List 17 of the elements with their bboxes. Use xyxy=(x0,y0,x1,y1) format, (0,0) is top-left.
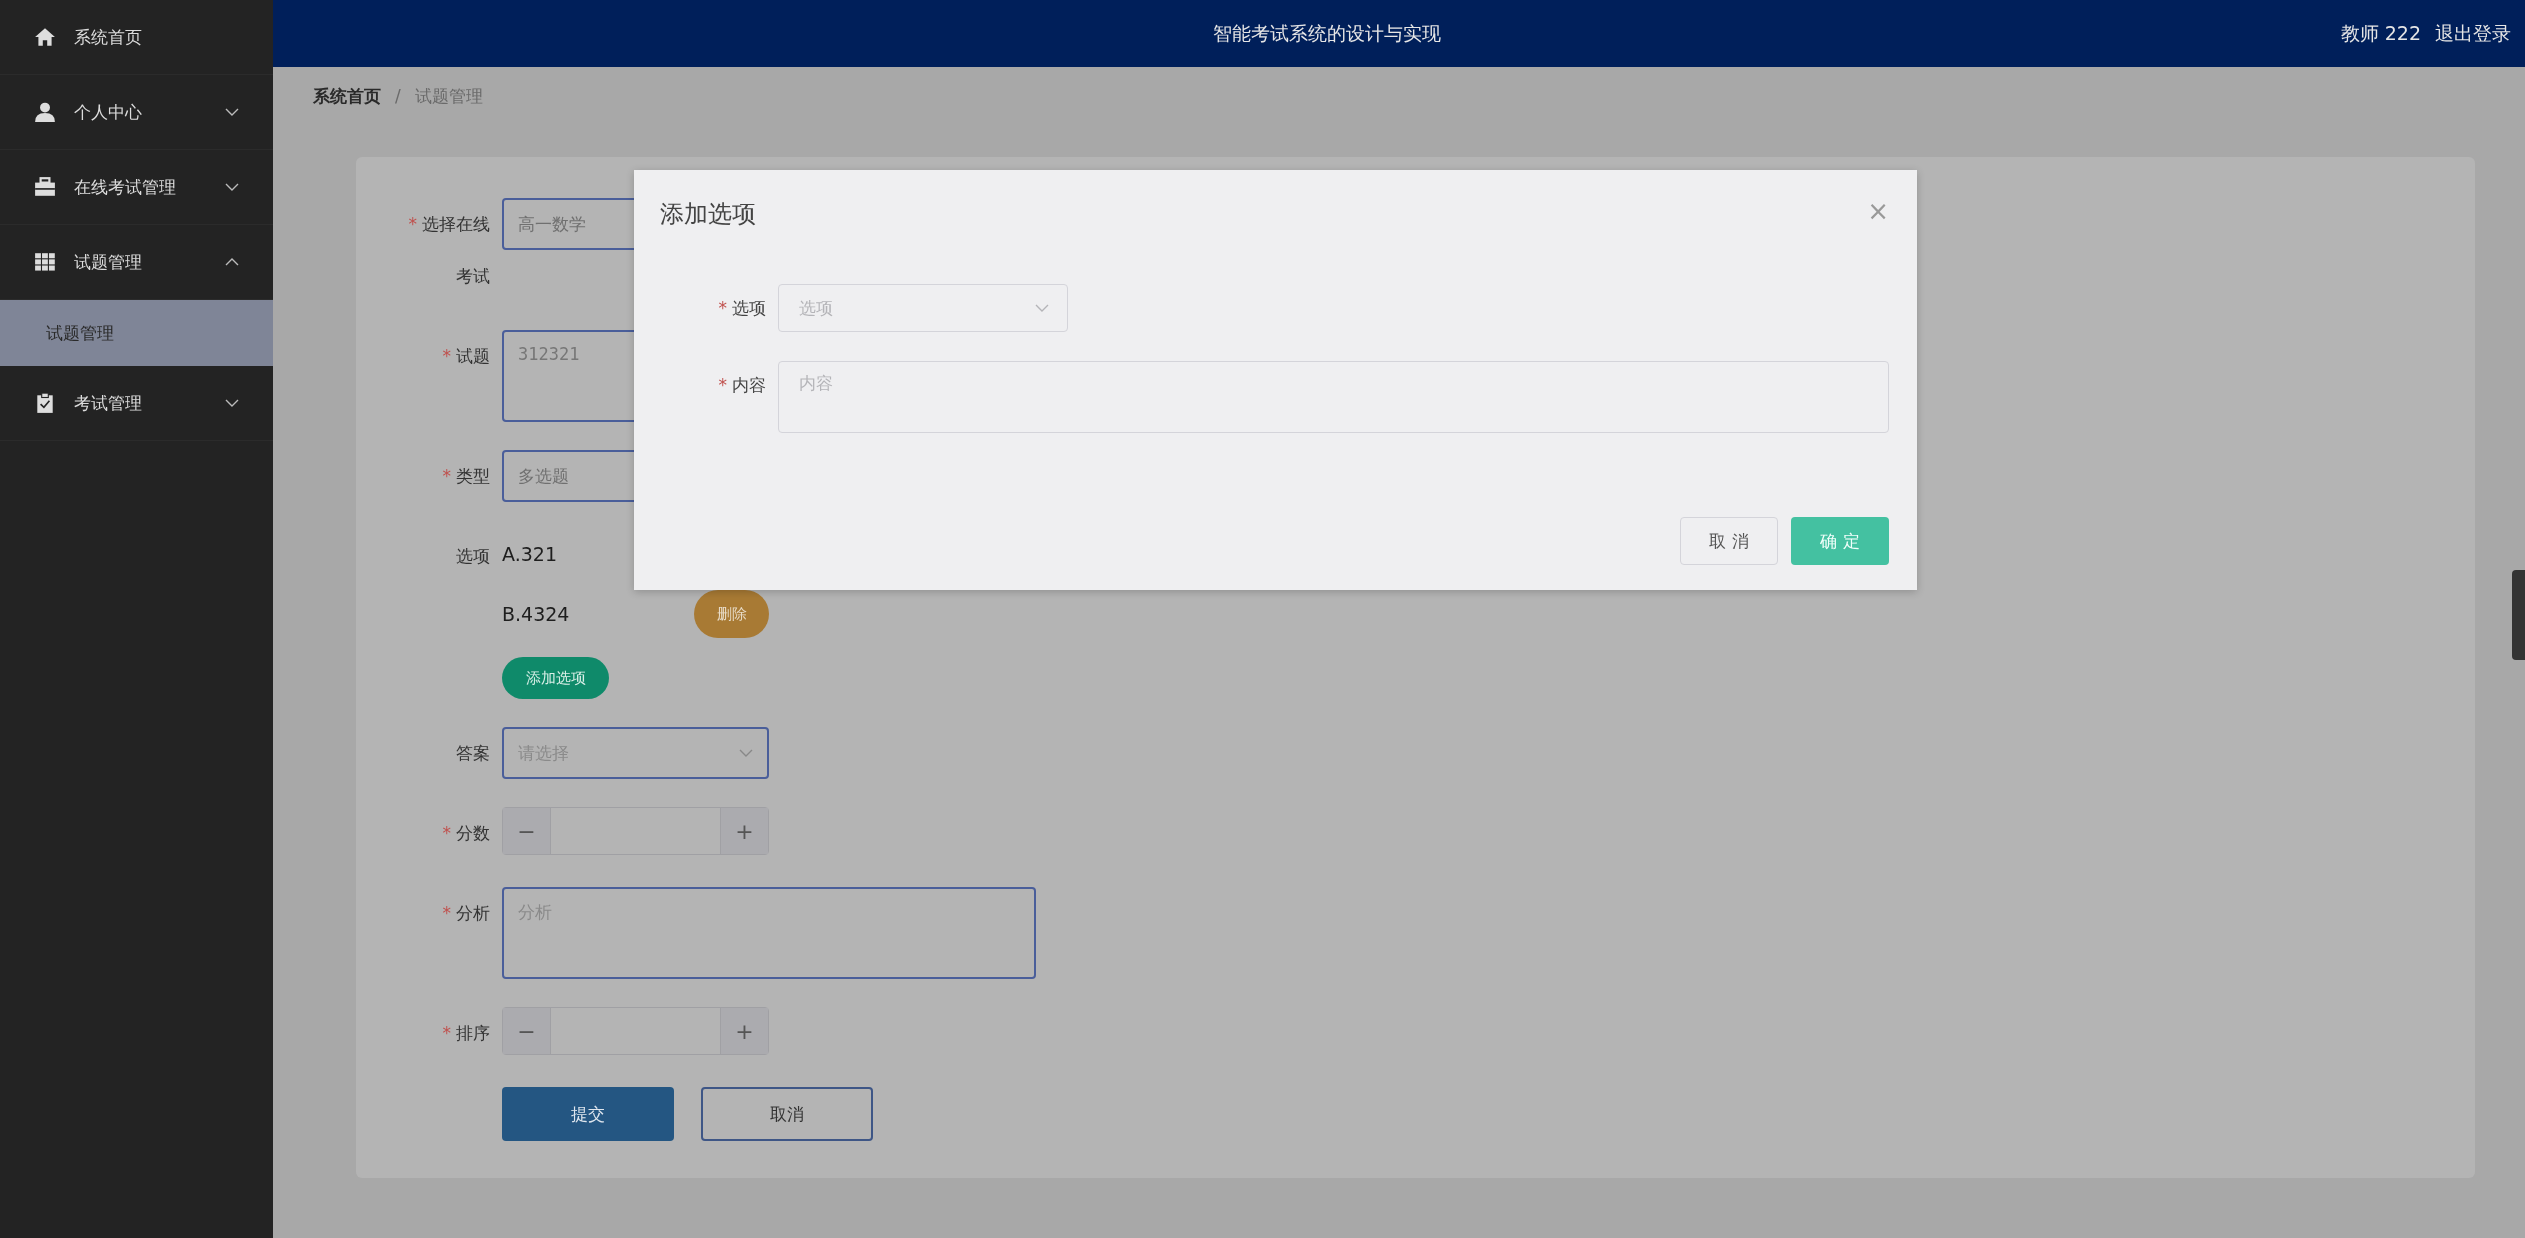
field-label: * 内容 xyxy=(717,374,767,397)
field-label: * 排序 xyxy=(441,1022,491,1045)
field-label: * 分析 xyxy=(441,902,491,925)
field-label: * 选择在线考试 xyxy=(407,213,491,288)
field-label: * 分数 xyxy=(441,822,491,845)
dialog-title: 添加选项 xyxy=(660,199,756,230)
field-label: * 试题 xyxy=(441,345,491,368)
option-text: A.321 xyxy=(502,543,558,565)
app-title: 智能考试系统的设计与实现 xyxy=(1211,20,1442,46)
field-label: * 选项 xyxy=(717,297,767,320)
option-text: B.4324 xyxy=(502,603,571,625)
field-label: 答案 xyxy=(455,742,491,765)
field-label: 选项 xyxy=(455,545,491,568)
breadcrumb-item: 试题管理 xyxy=(414,84,483,108)
user-name: 教师 222 xyxy=(2340,20,2421,46)
breadcrumb-separator: / xyxy=(395,86,401,106)
field-label: * 类型 xyxy=(441,465,491,488)
